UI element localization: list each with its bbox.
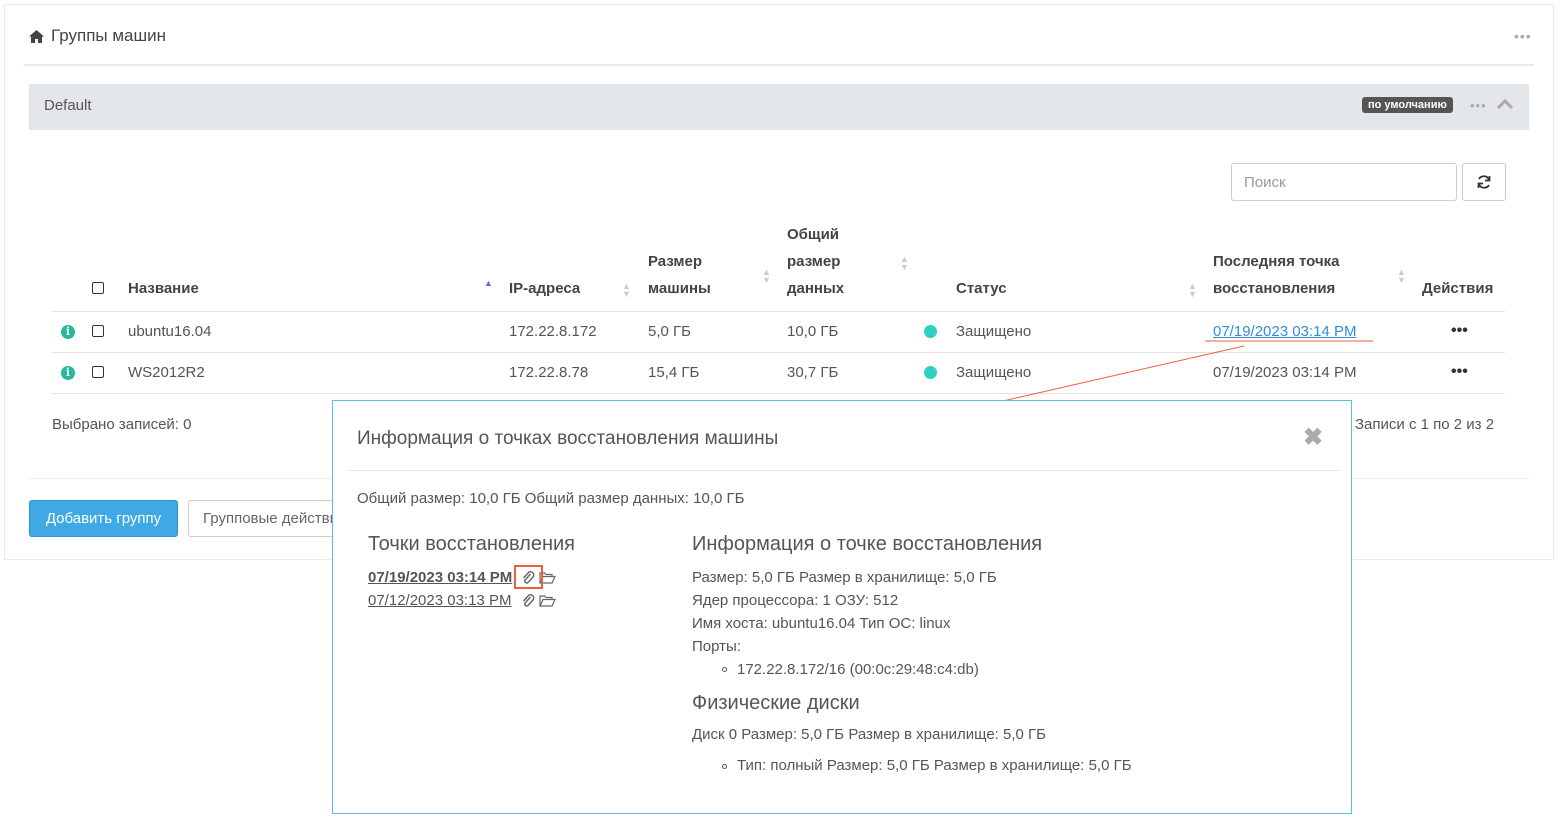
modal-summary: Общий размер: 10,0 ГБ Общий размер данны… — [357, 490, 745, 507]
modal-title: Информация о точках восстановления машин… — [357, 428, 779, 449]
annotation-highlight-box — [514, 565, 543, 589]
disk-detail: Тип: полный Размер: 5,0 ГБ Размер в хран… — [737, 757, 1132, 774]
point-info-heading: Информация о точке восстановления — [692, 533, 1043, 555]
close-icon[interactable]: ✖ — [1303, 423, 1323, 452]
folder-open-icon[interactable] — [539, 594, 556, 607]
restore-point-link[interactable]: 07/19/2023 03:14 PM — [368, 569, 512, 586]
paperclip-icon[interactable] — [521, 593, 535, 608]
restore-points-heading: Точки восстановления — [368, 533, 575, 555]
physical-disks-heading: Физические диски — [692, 692, 860, 714]
point-info-line: Ядер процессора: 1 ОЗУ: 512 — [692, 592, 899, 609]
disk-line: Диск 0 Размер: 5,0 ГБ Размер в хранилище… — [692, 726, 1046, 743]
modal-divider — [349, 470, 1339, 471]
restore-point-link[interactable]: 07/12/2023 03:13 PM — [368, 592, 511, 609]
port-item: 172.22.8.172/16 (00:0c:29:48:c4:db) — [737, 661, 979, 678]
point-info-line: Размер: 5,0 ГБ Размер в хранилище: 5,0 Г… — [692, 569, 997, 586]
point-info-line: Порты: — [692, 638, 741, 655]
point-info-line: Имя хоста: ubuntu16.04 Тип ОС: linux — [692, 615, 951, 632]
list-bullet — [722, 764, 727, 769]
list-bullet — [722, 667, 727, 672]
